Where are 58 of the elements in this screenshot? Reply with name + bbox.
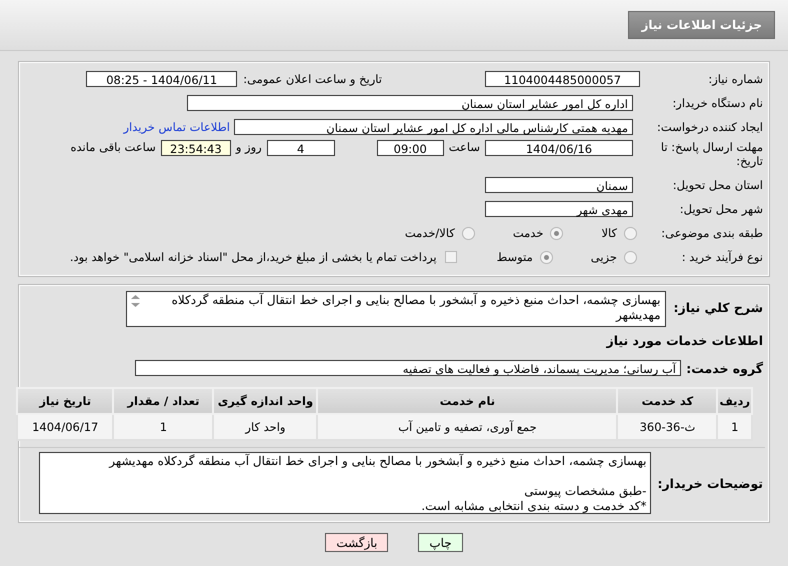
need-number-field: 1104004485000057: [485, 71, 640, 87]
buyer-org-field: اداره کل امور عشایر استان سمنان: [187, 95, 633, 111]
section-title: اطلاعات خدمات مورد نياز: [606, 332, 764, 348]
table-cell: 1404/06/17: [17, 414, 114, 440]
announce-date-field: 1404/06/11 - 08:25: [86, 71, 238, 87]
column-header: تعداد / مقدار: [113, 388, 214, 414]
page-title: جزئیات اطلاعات نیاز: [628, 11, 775, 39]
table-cell: 1: [717, 414, 752, 440]
days-field: 4: [266, 140, 335, 156]
table-cell: 1: [113, 414, 214, 440]
back-button[interactable]: بازگشت: [325, 533, 388, 552]
table-cell: جمع آوری، تصفیه و تامین آب: [317, 414, 618, 440]
option-label: کالا/خدمت: [404, 226, 455, 240]
column-header: نام خدمت: [317, 388, 618, 414]
buyer-notes-field: بهسازی چشمه، احداث منبع ذخیره و آبشخور با مصالح بنایی و اجرای خط انتقال آب منطقه گردکلاه مهدیشهر -طبق مشخصات پیوستی *کد خدمت و دسته بندی انتخابی مشابه است.: [39, 452, 652, 514]
option-label: جزیی: [590, 250, 617, 264]
option-label: خدمت: [512, 226, 544, 240]
payment-checkbox[interactable]: [444, 251, 457, 263]
province-field: سمنان: [485, 177, 633, 193]
city-field: مهدی شهر: [485, 201, 633, 217]
contact-link[interactable]: اطلاعات تماس خریدار: [123, 120, 230, 134]
radio-button[interactable]: [462, 226, 475, 240]
days-label: روز و: [236, 140, 262, 154]
field-label: شماره نیاز:: [707, 72, 764, 86]
column-header: تاریخ نیاز: [17, 388, 114, 414]
table-cell: ث-36-360: [617, 414, 718, 440]
deadline-date-field: 1404/06/16: [485, 140, 633, 156]
radio-button[interactable]: [540, 250, 553, 264]
option-label: کالا: [601, 226, 617, 240]
field-label: تاریخ و ساعت اعلان عمومی:: [243, 72, 382, 86]
table-cell: واحد کار: [213, 414, 318, 440]
field-label: ایجاد کننده درخواست:: [656, 120, 764, 134]
field-label: گروه خدمت:: [685, 360, 764, 376]
time-label: ساعت: [448, 140, 480, 154]
field-label: مهلت ارسال پاسخ: تا تاریخ:: [660, 140, 764, 168]
field-label: استان محل تحویل:: [672, 178, 764, 192]
field-label: نام دستگاه خریدار:: [671, 96, 764, 110]
column-header: کد خدمت: [617, 388, 718, 414]
radio-button[interactable]: [624, 226, 637, 240]
column-header: واحد اندازه گیری: [213, 388, 318, 414]
deadline-time-field: 09:00: [376, 140, 444, 156]
scroll-arrows-icon[interactable]: [130, 294, 141, 308]
radio-button[interactable]: [624, 250, 637, 264]
field-label: نوع فرآیند خرید :: [680, 250, 764, 264]
field-label: توضیحات خریدار:: [657, 476, 764, 490]
radio-button[interactable]: [550, 226, 564, 240]
column-header: ردیف: [717, 388, 752, 414]
field-label: طبقه بندی موضوعی:: [660, 226, 764, 240]
option-label: متوسط: [496, 250, 533, 264]
service-group-field: آب رسانی؛ مدیریت پسماند، فاضلاب و فعالیت های تصفیه: [135, 360, 681, 376]
remaining-label: ساعت باقی مانده: [70, 140, 156, 154]
print-button[interactable]: چاپ: [418, 533, 463, 552]
remaining-time-field: 23:54:43: [160, 140, 231, 156]
field-label: شهر محل تحویل:: [678, 202, 764, 216]
payment-text: پرداخت تمام یا بخشی از مبلغ خرید،از محل "اسناد خزانه اسلامی" خواهد بود.: [70, 250, 437, 264]
description-field: بهسازی چشمه، احداث منبع ذخیره و آبشخور با مصالح بنایی و اجرای خط انتقال آب منطقه گردکلاه مهدیشهر: [126, 291, 666, 327]
field-label: شرح كلي نياز:: [674, 300, 764, 315]
requester-field: مهدیه همتی کارشناس مالی اداره کل امور عشایر استان سمنان: [234, 119, 633, 135]
